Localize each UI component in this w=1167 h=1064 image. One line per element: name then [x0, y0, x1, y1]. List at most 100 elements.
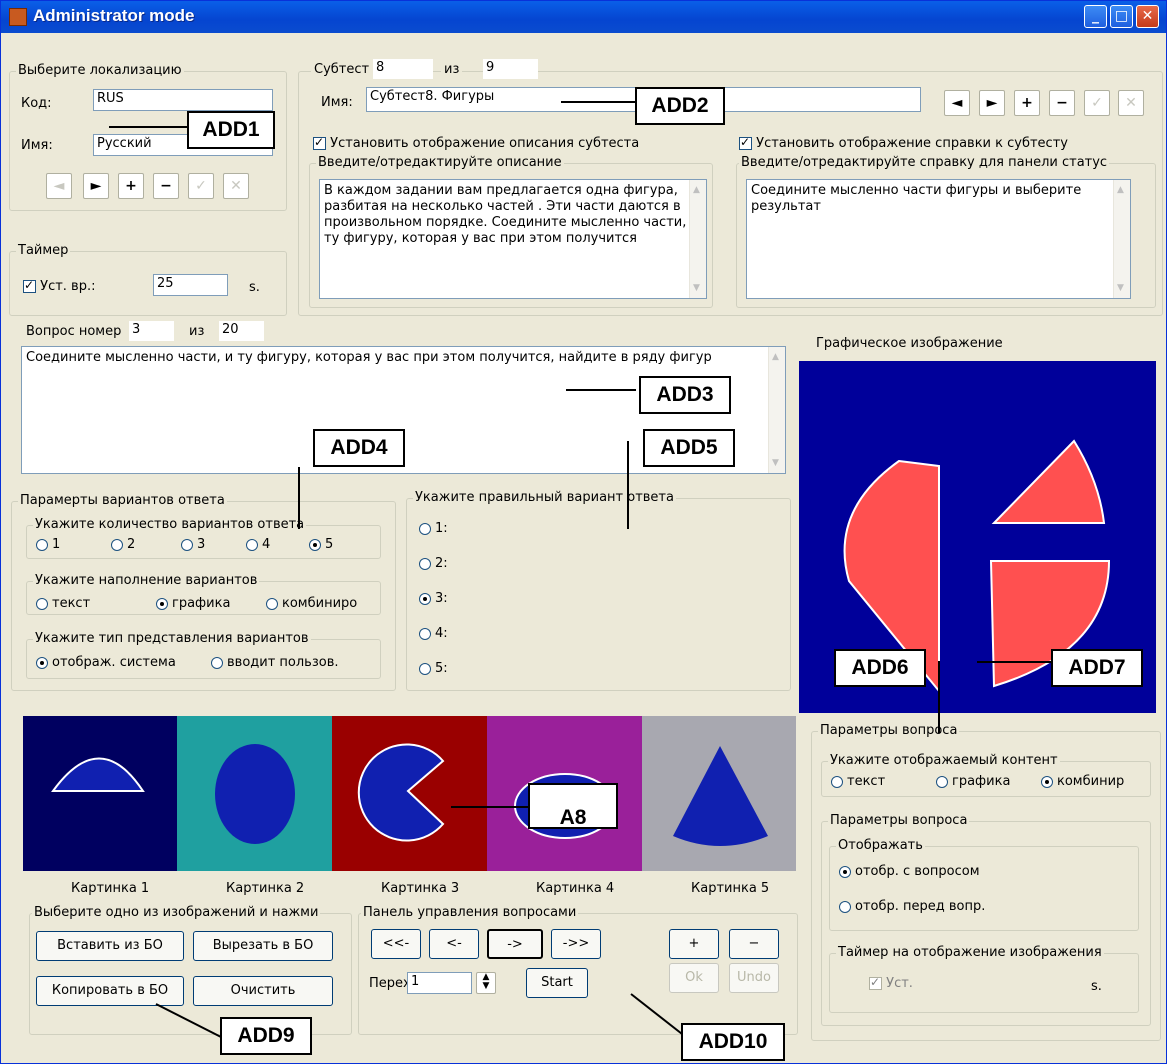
- code-input[interactable]: RUS: [93, 89, 273, 111]
- show-radio-with-question[interactable]: отобр. с вопросом: [839, 864, 980, 879]
- last-question-button[interactable]: ->>: [551, 929, 601, 959]
- question-text: Соедините мысленно части, и ту фигуру, к…: [26, 350, 712, 365]
- loc-next-button[interactable]: ►: [83, 173, 109, 199]
- next-question-button[interactable]: ->: [487, 929, 543, 959]
- show-desc-checkbox[interactable]: Установить отображение описания субтеста: [313, 135, 640, 151]
- fill-radio-graphics-label: графика: [172, 596, 231, 611]
- correct-radio-1[interactable]: 1:: [419, 521, 448, 536]
- loc-confirm-button[interactable]: ✓: [188, 173, 214, 199]
- minimize-button[interactable]: _: [1084, 5, 1107, 28]
- annotation-add9: ADD9: [220, 1017, 312, 1055]
- annotation-add2: ADD2: [635, 87, 725, 125]
- show-radio-with-question-label: отобр. с вопросом: [855, 864, 980, 879]
- show-radio-before-question[interactable]: отобр. перед вопр.: [839, 899, 985, 914]
- subtest-name-label: Имя:: [321, 95, 353, 110]
- count-radio-5[interactable]: 5: [309, 537, 333, 552]
- close-button[interactable]: ✕: [1136, 5, 1159, 28]
- desc-textarea[interactable]: В каждом задании вам предлагается одна ф…: [319, 179, 707, 299]
- content-radio-combined-label: комбинир: [1057, 774, 1125, 789]
- subtest-confirm-button[interactable]: ✓: [1084, 90, 1110, 116]
- question-number[interactable]: 3: [129, 321, 174, 341]
- content-radio-combined[interactable]: комбинир: [1041, 774, 1124, 789]
- prev-question-button[interactable]: <-: [429, 929, 479, 959]
- content-radio-graphics[interactable]: графика: [936, 774, 1010, 789]
- question-total[interactable]: 20: [219, 321, 264, 341]
- show-group: Отображать: [829, 838, 1139, 931]
- count-radio-2[interactable]: 2: [111, 537, 135, 552]
- fill-legend: Укажите наполнение вариантов: [33, 573, 260, 588]
- add4-pointer: [298, 467, 300, 529]
- subtest-add-button[interactable]: +: [1014, 90, 1040, 116]
- picture-5[interactable]: [642, 716, 796, 871]
- help-scrollbar[interactable]: [1113, 180, 1130, 298]
- desc-legend: Введите/отредактируйте описание: [316, 155, 564, 170]
- count-radio-3[interactable]: 3: [181, 537, 205, 552]
- start-button[interactable]: Start: [526, 968, 588, 998]
- type-radio-user-icon: [211, 656, 223, 669]
- subtest-total[interactable]: 9: [483, 59, 538, 79]
- desc-text: В каждом задании вам предлагается одна ф…: [324, 183, 699, 246]
- show-radio-before-question-icon: [839, 900, 851, 913]
- correct-radio-2[interactable]: 2:: [419, 556, 448, 571]
- content-radio-text[interactable]: текст: [831, 774, 885, 789]
- subtest-prev-button[interactable]: ◄: [944, 90, 970, 116]
- subtest-cancel-button[interactable]: ✕: [1118, 90, 1144, 116]
- type-radio-user[interactable]: вводит пользов.: [211, 655, 339, 670]
- question-label: Вопрос номер: [26, 324, 122, 339]
- show-legend: Отображать: [836, 838, 925, 853]
- delete-question-button[interactable]: −: [729, 929, 779, 959]
- fill-radio-graphics[interactable]: графика: [156, 596, 230, 611]
- content-radio-text-icon: [831, 775, 843, 788]
- add5-pointer: [627, 441, 629, 529]
- correct-radio-3[interactable]: 3:: [419, 591, 448, 606]
- count-radio-1[interactable]: 1: [36, 537, 60, 552]
- question-scrollbar[interactable]: [768, 347, 785, 473]
- cut-button[interactable]: Вырезать в БО: [193, 931, 333, 961]
- image-timer-checkbox[interactable]: Уст.: [869, 975, 913, 991]
- type-radio-system-icon: [36, 656, 48, 669]
- help-legend: Введите/отредактируйте справку для панел…: [739, 155, 1110, 170]
- count-radio-1-label: 1: [52, 537, 61, 552]
- loc-cancel-button[interactable]: ✕: [223, 173, 249, 199]
- type-radio-system[interactable]: отображ. система: [36, 655, 176, 670]
- loc-add-button[interactable]: +: [118, 173, 144, 199]
- undo-question-button[interactable]: Undo: [729, 963, 779, 993]
- timer-legend: Таймер: [16, 243, 71, 258]
- picture-caption-1: Картинка 1: [71, 881, 150, 896]
- loc-prev-button[interactable]: ◄: [46, 173, 72, 199]
- desc-scrollbar[interactable]: [689, 180, 706, 298]
- goto-input[interactable]: 1: [407, 972, 472, 994]
- subtest-delete-button[interactable]: −: [1049, 90, 1075, 116]
- fill-radio-combined[interactable]: комбиниро: [266, 596, 357, 611]
- ok-question-button[interactable]: Ok: [669, 963, 719, 993]
- count-radio-4[interactable]: 4: [246, 537, 270, 552]
- fill-radio-text-label: текст: [52, 596, 91, 611]
- timer-checkbox[interactable]: Уст. вр.:: [23, 278, 95, 294]
- fill-radio-text[interactable]: текст: [36, 596, 90, 611]
- subtest-next-button[interactable]: ►: [979, 90, 1005, 116]
- correct-radio-4[interactable]: 4:: [419, 626, 448, 641]
- subtest-of: из: [441, 62, 463, 77]
- timer-input[interactable]: 25: [153, 274, 228, 296]
- picture-1[interactable]: [23, 716, 177, 871]
- goto-spinner[interactable]: ▲ ▼: [476, 972, 496, 994]
- show-desc-label: Установить отображение описания субтеста: [330, 136, 640, 151]
- subtest-number[interactable]: 8: [373, 59, 433, 79]
- paste-button[interactable]: Вставить из БО: [36, 931, 184, 961]
- correct-radio-5[interactable]: 5:: [419, 661, 448, 676]
- help-textarea[interactable]: Соедините мысленно части фигуры и выбери…: [746, 179, 1131, 299]
- fill-radio-graphics-icon: [156, 597, 168, 610]
- show-help-checkbox[interactable]: Установить отображение справки к субтест…: [739, 135, 1068, 151]
- annotation-a8: A8: [528, 783, 618, 829]
- picture-2[interactable]: [177, 716, 332, 871]
- count-radio-2-icon: [111, 538, 123, 551]
- maximize-button[interactable]: □: [1110, 5, 1133, 28]
- add-question-button[interactable]: +: [669, 929, 719, 959]
- first-question-button[interactable]: <<-: [371, 929, 421, 959]
- picture-3[interactable]: [332, 716, 487, 871]
- add9-pointer: [155, 1003, 222, 1038]
- show-radio-before-question-label: отобр. перед вопр.: [855, 899, 986, 914]
- add1-pointer: [109, 126, 191, 128]
- loc-delete-button[interactable]: −: [153, 173, 179, 199]
- content-radio-graphics-label: графика: [952, 774, 1011, 789]
